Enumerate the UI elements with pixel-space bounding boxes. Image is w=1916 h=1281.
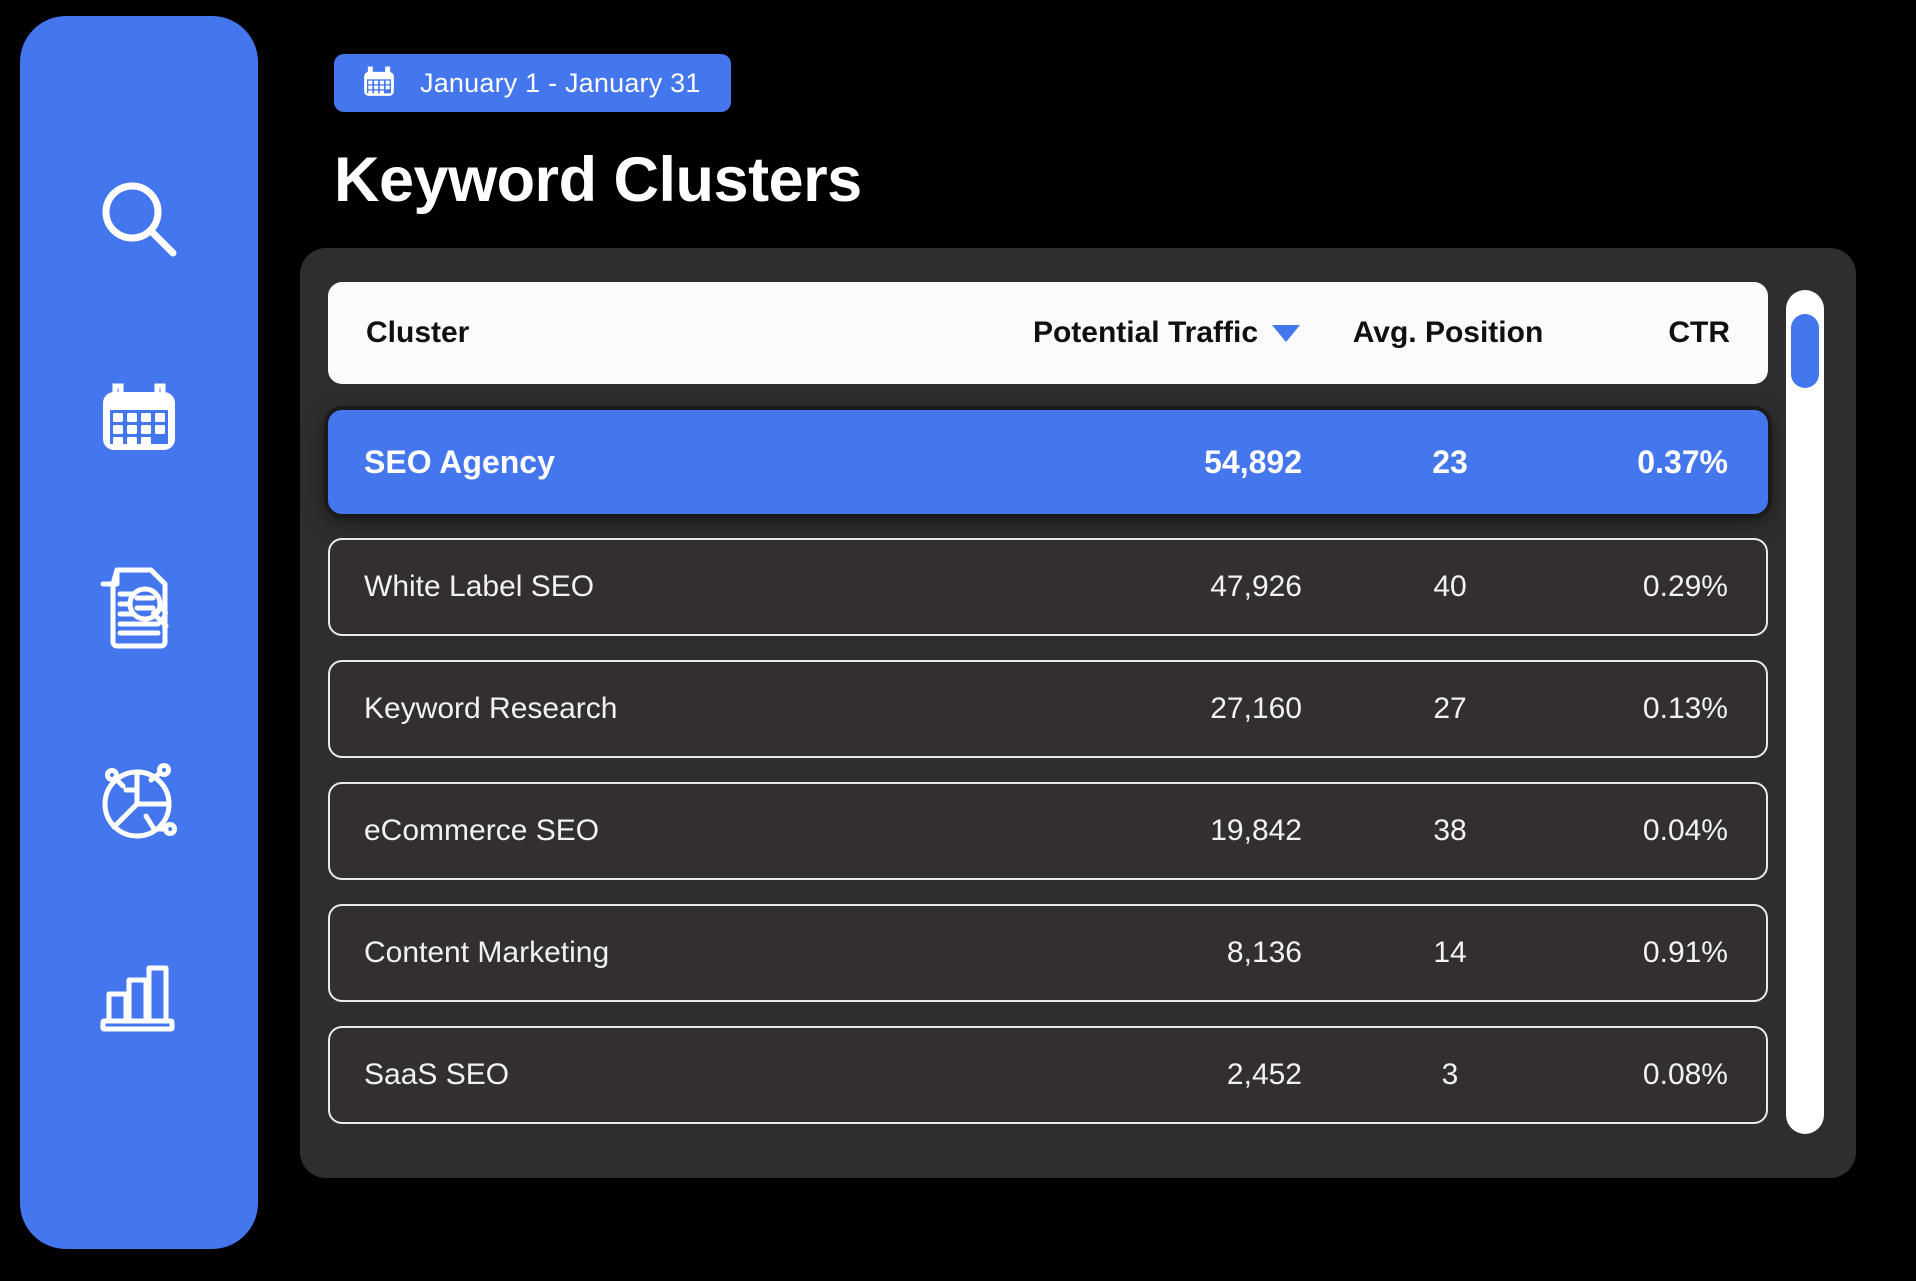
row-avg-position: 27	[1310, 692, 1590, 726]
row-avg-position: 40	[1310, 570, 1590, 604]
document-search-icon	[93, 562, 185, 654]
main-content: January 1 - January 31 Keyword Clusters …	[290, 0, 1916, 1281]
row-ctr: 0.04%	[1590, 814, 1766, 848]
row-cluster: White Label SEO	[330, 570, 920, 604]
table-row[interactable]: SaaS SEO2,45230.08%	[328, 1026, 1768, 1124]
column-header-ctr[interactable]: CTR	[1588, 316, 1768, 350]
column-header-cluster[interactable]: Cluster	[328, 316, 918, 350]
column-header-potential-traffic-label: Potential Traffic	[1033, 316, 1258, 350]
page-title: Keyword Clusters	[334, 144, 862, 216]
caret-down-icon[interactable]	[1272, 325, 1300, 342]
row-cluster: SEO Agency	[330, 444, 920, 481]
date-range-button[interactable]: January 1 - January 31	[334, 54, 731, 112]
row-potential-traffic: 27,160	[920, 692, 1310, 726]
sidebar-item-reports[interactable]	[85, 942, 193, 1050]
table-row[interactable]: Keyword Research27,160270.13%	[328, 660, 1768, 758]
table-header-row: Cluster Potential Traffic Avg. Position …	[328, 282, 1768, 384]
row-potential-traffic: 54,892	[920, 444, 1310, 481]
row-cluster: Content Marketing	[330, 936, 920, 970]
row-cluster: eCommerce SEO	[330, 814, 920, 848]
row-avg-position: 14	[1310, 936, 1590, 970]
table: Cluster Potential Traffic Avg. Position …	[328, 282, 1768, 1148]
row-avg-position: 23	[1310, 444, 1590, 481]
row-ctr: 0.08%	[1590, 1058, 1766, 1092]
column-header-avg-position[interactable]: Avg. Position	[1308, 316, 1588, 350]
table-rows: SEO Agency54,892230.37% White Label SEO47…	[328, 410, 1768, 1124]
row-ctr: 0.37%	[1590, 444, 1766, 481]
row-avg-position: 38	[1310, 814, 1590, 848]
table-row[interactable]: eCommerce SEO19,842380.04%	[328, 782, 1768, 880]
search-icon	[93, 174, 185, 266]
row-potential-traffic: 19,842	[920, 814, 1310, 848]
bar-chart-icon	[93, 950, 185, 1042]
scrollbar[interactable]	[1786, 290, 1824, 1134]
calendar-icon	[360, 62, 398, 105]
row-cluster: Keyword Research	[330, 692, 920, 726]
row-ctr: 0.29%	[1590, 570, 1766, 604]
sidebar-item-content-audit[interactable]	[85, 554, 193, 662]
row-potential-traffic: 47,926	[920, 570, 1310, 604]
row-ctr: 0.91%	[1590, 936, 1766, 970]
pie-chart-icon	[93, 756, 185, 848]
date-range-label: January 1 - January 31	[420, 68, 701, 99]
row-cluster: SaaS SEO	[330, 1058, 920, 1092]
row-avg-position: 3	[1310, 1058, 1590, 1092]
sidebar	[20, 16, 258, 1249]
calendar-icon	[93, 368, 185, 460]
table-row[interactable]: SEO Agency54,892230.37%	[328, 410, 1768, 514]
sidebar-item-calendar[interactable]	[85, 360, 193, 468]
table-row[interactable]: White Label SEO47,926400.29%	[328, 538, 1768, 636]
sidebar-item-search[interactable]	[85, 166, 193, 274]
sidebar-item-analytics[interactable]	[85, 748, 193, 856]
row-potential-traffic: 2,452	[920, 1058, 1310, 1092]
keyword-clusters-card: Cluster Potential Traffic Avg. Position …	[300, 248, 1856, 1178]
scrollbar-thumb[interactable]	[1791, 314, 1819, 388]
row-ctr: 0.13%	[1590, 692, 1766, 726]
column-header-potential-traffic[interactable]: Potential Traffic	[918, 316, 1308, 350]
table-row[interactable]: Content Marketing8,136140.91%	[328, 904, 1768, 1002]
row-potential-traffic: 8,136	[920, 936, 1310, 970]
